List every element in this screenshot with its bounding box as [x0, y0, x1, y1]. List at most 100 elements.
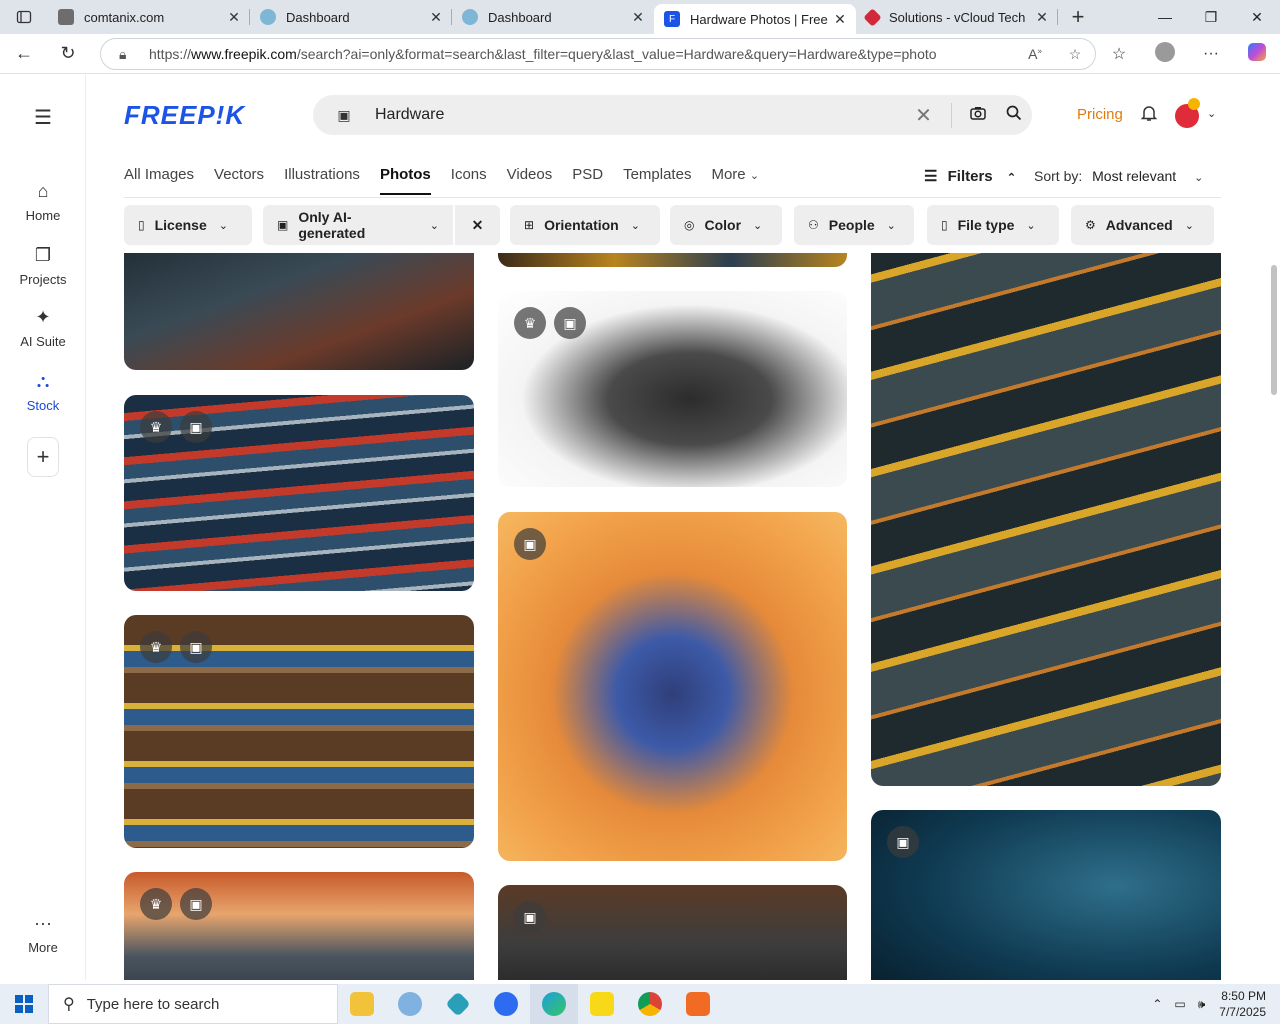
rail-projects[interactable]: ❐ Projects: [0, 245, 86, 287]
rail-add[interactable]: +: [0, 437, 86, 477]
back-icon[interactable]: ←: [4, 38, 44, 70]
refresh-icon[interactable]: ↻: [48, 38, 88, 70]
tab-close-icon[interactable]: ✕: [832, 11, 848, 28]
tab-close-icon[interactable]: ✕: [226, 9, 242, 26]
freepik-logo[interactable]: FREEP!K: [124, 100, 245, 131]
sort-dropdown[interactable]: Sort by: Most relevant ⌄: [1034, 168, 1203, 184]
ai-generated-filter[interactable]: ▣ Only AI-generated ⌄: [263, 205, 453, 245]
tab-close-icon[interactable]: ✕: [630, 9, 646, 26]
image-result[interactable]: ♛ ▣: [498, 291, 847, 487]
image-result[interactable]: ▣: [498, 512, 847, 861]
crown-badge-icon: [1188, 98, 1200, 110]
ai-generated-icon: ▣: [554, 307, 586, 339]
image-result[interactable]: [124, 253, 474, 370]
orientation-filter[interactable]: ⊞ Orientation ⌄: [510, 205, 660, 245]
browser-tab[interactable]: Dashboard ✕: [452, 0, 654, 34]
tab-actions-icon[interactable]: [0, 0, 48, 34]
windows-start-icon[interactable]: [0, 984, 48, 1024]
chrome-icon[interactable]: [626, 984, 674, 1024]
tab-title: Solutions - vCloud Tech: [889, 9, 1026, 25]
zoom-icon[interactable]: [482, 984, 530, 1024]
sticky-notes-icon[interactable]: [578, 984, 626, 1024]
copilot-icon[interactable]: [1234, 42, 1280, 66]
network-icon[interactable]: ▭: [1174, 997, 1185, 1011]
rail-home[interactable]: ⌂ Home: [0, 181, 86, 223]
url-path: /search?ai=only&format=search&last_filte…: [296, 46, 937, 62]
tab-more[interactable]: More ⌄: [711, 166, 759, 195]
browser-tab[interactable]: comtanix.com ✕: [48, 0, 250, 34]
page-scrollbar[interactable]: [1270, 255, 1278, 975]
pricing-link[interactable]: Pricing: [1077, 106, 1123, 123]
search-input[interactable]: Hardware: [375, 106, 896, 124]
browser-tab[interactable]: Solutions - vCloud Tech ✕: [856, 0, 1058, 34]
minimize-icon[interactable]: —: [1142, 0, 1188, 34]
system-clock[interactable]: 8:50 PM 7/7/2025: [1209, 988, 1280, 1020]
favorites-icon[interactable]: ☆: [1096, 44, 1142, 64]
new-tab-icon[interactable]: +: [1058, 4, 1098, 30]
scrollbar-thumb[interactable]: [1271, 265, 1277, 395]
search-icon[interactable]: [996, 105, 1032, 125]
tab-close-icon[interactable]: ✕: [428, 9, 444, 26]
read-aloud-icon[interactable]: A»: [1015, 46, 1055, 62]
taskbar-search-field[interactable]: ⚲ Type here to search: [48, 984, 338, 1024]
tab-all-images[interactable]: All Images: [124, 166, 194, 195]
people-icon: ⚇: [808, 218, 819, 232]
favorite-star-icon[interactable]: ☆: [1055, 46, 1095, 63]
close-window-icon[interactable]: ✕: [1234, 0, 1280, 34]
rail-ai-suite[interactable]: ✦ AI Suite: [0, 307, 86, 349]
orientation-icon: ⊞: [524, 218, 535, 232]
chevron-down-icon: ⌄: [630, 219, 640, 232]
clear-ai-filter-icon[interactable]: ✕: [455, 205, 500, 245]
tab-title: Hardware Photos | Free do: [690, 11, 832, 27]
volume-icon[interactable]: 🕪︎: [1198, 997, 1206, 1012]
tab-psd[interactable]: PSD: [572, 166, 603, 195]
settings-more-icon[interactable]: ···: [1188, 45, 1234, 63]
edge-icon[interactable]: [530, 984, 578, 1024]
premium-crown-icon: ♛: [514, 307, 546, 339]
tab-videos[interactable]: Videos: [507, 166, 553, 195]
rail-more[interactable]: ··· More: [0, 913, 86, 955]
image-result[interactable]: ♛ ▣: [124, 395, 474, 591]
rail-stock[interactable]: ⛬ Stock: [0, 371, 86, 413]
profile-icon[interactable]: [1142, 41, 1188, 67]
camera-search-icon[interactable]: [960, 106, 996, 124]
taskbar-search-placeholder: Type here to search: [86, 995, 220, 1013]
browser-tab[interactable]: Dashboard ✕: [250, 0, 452, 34]
image-result[interactable]: [871, 253, 1221, 786]
tab-icons[interactable]: Icons: [451, 166, 487, 195]
url-field[interactable]: 🔒︎ https://www.freepik.com/search?ai=onl…: [100, 38, 1096, 70]
image-result[interactable]: ▣: [498, 885, 847, 980]
people-filter[interactable]: ⚇ People ⌄: [794, 205, 914, 245]
image-result[interactable]: ♛ ▣: [124, 615, 474, 848]
color-filter[interactable]: ◎ Color ⌄: [670, 205, 782, 245]
lock-icon[interactable]: 🔒︎: [119, 46, 149, 63]
image-result[interactable]: ▣: [871, 810, 1221, 980]
license-filter[interactable]: ▯ License ⌄: [124, 205, 252, 245]
tab-close-icon[interactable]: ✕: [1034, 9, 1050, 26]
bell-icon[interactable]: [1140, 104, 1158, 127]
tab-templates[interactable]: Templates: [623, 166, 691, 195]
tab-vectors[interactable]: Vectors: [214, 166, 264, 195]
tab-favicon-icon: [260, 9, 276, 25]
browser-tab-active[interactable]: F Hardware Photos | Free do ✕: [654, 4, 856, 34]
file-type-filter[interactable]: ▯ File type ⌄: [927, 205, 1059, 245]
filters-toggle[interactable]: ☰ Filters ⌃: [924, 167, 1016, 185]
tray-chevron-up-icon[interactable]: ⌃: [1152, 997, 1162, 1011]
image-result[interactable]: [498, 253, 847, 267]
menu-icon[interactable]: ☰: [0, 105, 86, 130]
xampp-icon[interactable]: [674, 984, 722, 1024]
tab-illustrations[interactable]: Illustrations: [284, 166, 360, 195]
restore-icon[interactable]: ❐: [1188, 0, 1234, 34]
tab-favicon-icon: [462, 9, 478, 25]
clear-search-icon[interactable]: ✕: [896, 102, 952, 128]
search-bar[interactable]: ▣ Hardware ✕: [313, 95, 1032, 135]
advanced-filter[interactable]: ⚙ Advanced ⌄: [1071, 205, 1214, 245]
file-explorer-icon[interactable]: [338, 984, 386, 1024]
image-result[interactable]: ♛ ▣: [124, 872, 474, 980]
paint-icon[interactable]: [386, 984, 434, 1024]
tab-favicon-icon: F: [664, 11, 680, 27]
tab-photos[interactable]: Photos: [379, 166, 431, 195]
chevron-down-icon[interactable]: ⌄: [1207, 107, 1216, 120]
image-search-type-icon[interactable]: ▣: [313, 107, 375, 124]
app-diamond-icon[interactable]: [434, 984, 482, 1024]
